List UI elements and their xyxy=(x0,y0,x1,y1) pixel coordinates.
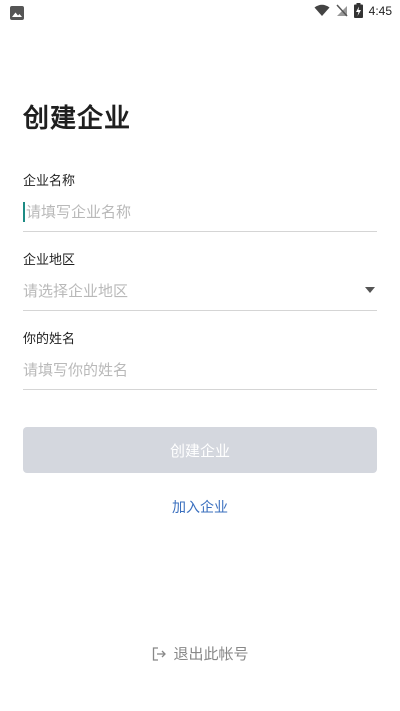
logout-label: 退出此帐号 xyxy=(173,645,249,663)
battery-charging-icon xyxy=(353,3,363,18)
your-name-label: 你的姓名 xyxy=(23,332,76,347)
join-company-link[interactable]: 加入企业 xyxy=(0,497,400,517)
logout-icon xyxy=(153,646,167,661)
signal-off-icon xyxy=(336,4,348,17)
company-region-input[interactable] xyxy=(23,280,377,302)
your-name-input-row xyxy=(23,359,377,390)
logout-button[interactable]: 退出此帐号 xyxy=(0,643,400,664)
dropdown-arrow-icon[interactable] xyxy=(365,287,375,293)
status-left xyxy=(10,5,24,24)
your-name-field: 你的姓名 xyxy=(23,331,377,390)
image-icon xyxy=(10,6,24,20)
create-company-button[interactable]: 创建企业 xyxy=(23,427,377,473)
page-title: 创建企业 xyxy=(23,104,132,134)
wifi-icon xyxy=(314,4,330,16)
text-cursor xyxy=(23,202,25,222)
company-region-label: 企业地区 xyxy=(23,253,76,268)
status-bar: 4:45 xyxy=(0,0,400,24)
your-name-input[interactable] xyxy=(23,359,377,381)
company-region-select[interactable] xyxy=(23,280,377,311)
company-name-input-row xyxy=(23,201,380,232)
company-name-label: 企业名称 xyxy=(23,174,76,189)
status-right: 4:45 xyxy=(314,3,392,18)
company-region-field: 企业地区 xyxy=(23,252,377,311)
company-name-field: 企业名称 xyxy=(23,173,380,232)
company-name-input[interactable] xyxy=(23,201,380,223)
status-time: 4:45 xyxy=(368,3,392,18)
